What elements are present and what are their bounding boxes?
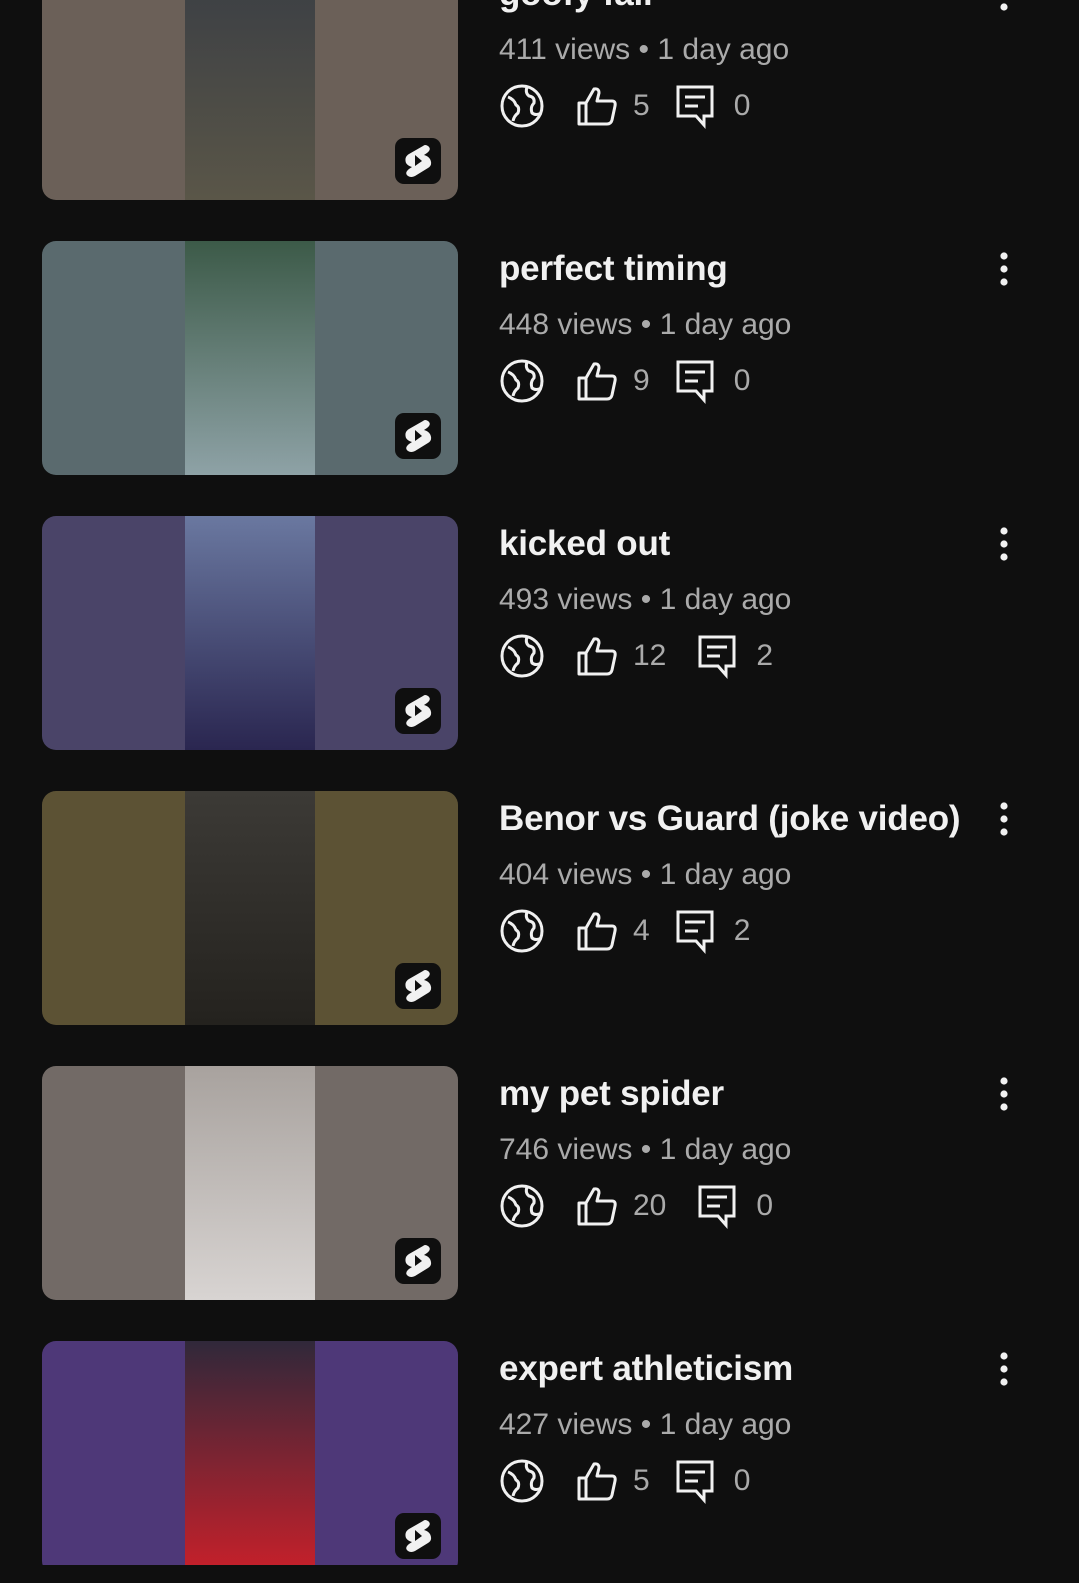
- shorts-logo-icon: [395, 688, 441, 734]
- upload-age: 1 day ago: [659, 1408, 792, 1441]
- video-stats: 90: [499, 355, 750, 407]
- video-title[interactable]: Benor vs Guard (joke video): [499, 799, 961, 839]
- video-title[interactable]: perfect timing: [499, 249, 728, 289]
- upload-age: 1 day ago: [657, 33, 790, 66]
- meta-separator: •: [632, 308, 660, 341]
- video-row[interactable]: goofy fail411 views • 1 day ago50: [0, 0, 1079, 202]
- video-thumbnail[interactable]: [42, 241, 458, 475]
- globe-icon: [499, 633, 545, 679]
- more-vert-icon[interactable]: [988, 0, 1020, 18]
- video-row[interactable]: kicked out 493 views • 1 day ago 12 2: [0, 516, 1079, 752]
- comment-icon: [696, 633, 738, 679]
- meta-separator: •: [630, 33, 658, 66]
- upload-age: 1 day ago: [659, 858, 792, 891]
- video-thumbnail[interactable]: [42, 516, 458, 750]
- video-thumbnail[interactable]: [42, 1341, 458, 1575]
- view-count: 448 views: [499, 308, 633, 341]
- thumbs-up-icon: [575, 84, 619, 128]
- globe-icon: [499, 1183, 545, 1229]
- more-vert-icon[interactable]: [988, 1070, 1020, 1118]
- video-thumbnail[interactable]: [42, 0, 458, 200]
- thumbs-up-icon: [575, 1184, 619, 1228]
- meta-separator: •: [632, 1133, 660, 1166]
- more-vert-icon[interactable]: [988, 1345, 1020, 1393]
- more-vert-icon[interactable]: [988, 520, 1020, 568]
- video-stats: 20 0: [499, 1180, 773, 1232]
- upload-age: 1 day ago: [659, 308, 792, 341]
- view-count: 427 views: [499, 1408, 633, 1441]
- upload-age: 1 day ago: [659, 583, 792, 616]
- like-count: 4: [633, 914, 650, 947]
- more-vert-icon[interactable]: [988, 245, 1020, 293]
- more-vert-icon[interactable]: [988, 795, 1020, 843]
- like-count: 9: [633, 364, 650, 397]
- like-count: 5: [633, 89, 650, 122]
- video-row[interactable]: Benor vs Guard (joke video) 404 views • 1…: [0, 791, 1079, 1027]
- thumbnail-frame: [185, 516, 315, 750]
- video-title[interactable]: kicked out: [499, 524, 670, 564]
- video-meta: 746 views • 1 day ago: [499, 1133, 791, 1167]
- bottom-edge: [0, 1565, 1079, 1583]
- shorts-logo-icon: [395, 138, 441, 184]
- video-meta: 448 views • 1 day ago: [499, 308, 791, 342]
- thumbnail-frame: [185, 0, 315, 200]
- thumbs-up-icon: [575, 1459, 619, 1503]
- shorts-logo-icon: [395, 413, 441, 459]
- video-list: goofy fail411 views • 1 day ago50perfect…: [0, 0, 1079, 1583]
- comment-count: 2: [733, 914, 751, 947]
- like-count: 5: [633, 1464, 650, 1497]
- thumbs-up-icon: [575, 359, 619, 403]
- thumbs-up-icon: [575, 909, 619, 953]
- video-thumbnail[interactable]: [42, 1066, 458, 1300]
- comment-count: 0: [756, 1189, 774, 1222]
- globe-icon: [499, 908, 545, 954]
- upload-age: 1 day ago: [659, 1133, 792, 1166]
- video-stats: 50: [499, 80, 750, 132]
- meta-separator: •: [632, 858, 660, 891]
- comment-icon: [696, 1183, 738, 1229]
- thumbnail-frame: [185, 791, 315, 1025]
- video-row[interactable]: perfect timing 448 views • 1 day ago 9 0: [0, 241, 1079, 477]
- comment-icon: [674, 358, 716, 404]
- globe-icon: [499, 358, 545, 404]
- view-count: 746 views: [499, 1133, 633, 1166]
- comment-icon: [674, 1458, 716, 1504]
- meta-separator: •: [632, 583, 660, 616]
- comment-icon: [674, 83, 716, 129]
- video-title[interactable]: my pet spider: [499, 1074, 724, 1114]
- meta-separator: •: [632, 1408, 660, 1441]
- comment-count: 0: [733, 1464, 751, 1497]
- video-row[interactable]: expert athleticism 427 views • 1 day ago 5…: [0, 1341, 1079, 1577]
- video-title[interactable]: expert athleticism: [499, 1349, 793, 1389]
- view-count: 411 views: [499, 33, 631, 66]
- video-meta: 411 views • 1 day ago: [499, 33, 789, 67]
- view-count: 404 views: [499, 858, 633, 891]
- like-count: 20: [633, 1189, 667, 1222]
- video-stats: 50: [499, 1455, 750, 1507]
- thumbnail-frame: [185, 1341, 315, 1575]
- video-meta: 404 views • 1 day ago: [499, 858, 791, 892]
- shorts-logo-icon: [395, 1513, 441, 1559]
- globe-icon: [499, 1458, 545, 1504]
- thumbnail-frame: [185, 1066, 315, 1300]
- video-stats: 42: [499, 905, 750, 957]
- video-title[interactable]: goofy fail: [499, 0, 653, 14]
- video-stats: 12 2: [499, 630, 773, 682]
- shorts-logo-icon: [395, 1238, 441, 1284]
- comment-count: 0: [733, 364, 751, 397]
- comment-icon: [674, 908, 716, 954]
- thumbnail-frame: [185, 241, 315, 475]
- comment-count: 2: [756, 639, 774, 672]
- view-count: 493 views: [499, 583, 633, 616]
- comment-count: 0: [733, 89, 751, 122]
- video-meta: 427 views • 1 day ago: [499, 1408, 791, 1442]
- video-thumbnail[interactable]: [42, 791, 458, 1025]
- globe-icon: [499, 83, 545, 129]
- thumbs-up-icon: [575, 634, 619, 678]
- video-row[interactable]: my pet spider 746 views • 1 day ago 20 0: [0, 1066, 1079, 1302]
- like-count: 12: [633, 639, 667, 672]
- video-meta: 493 views • 1 day ago: [499, 583, 791, 617]
- shorts-logo-icon: [395, 963, 441, 1009]
